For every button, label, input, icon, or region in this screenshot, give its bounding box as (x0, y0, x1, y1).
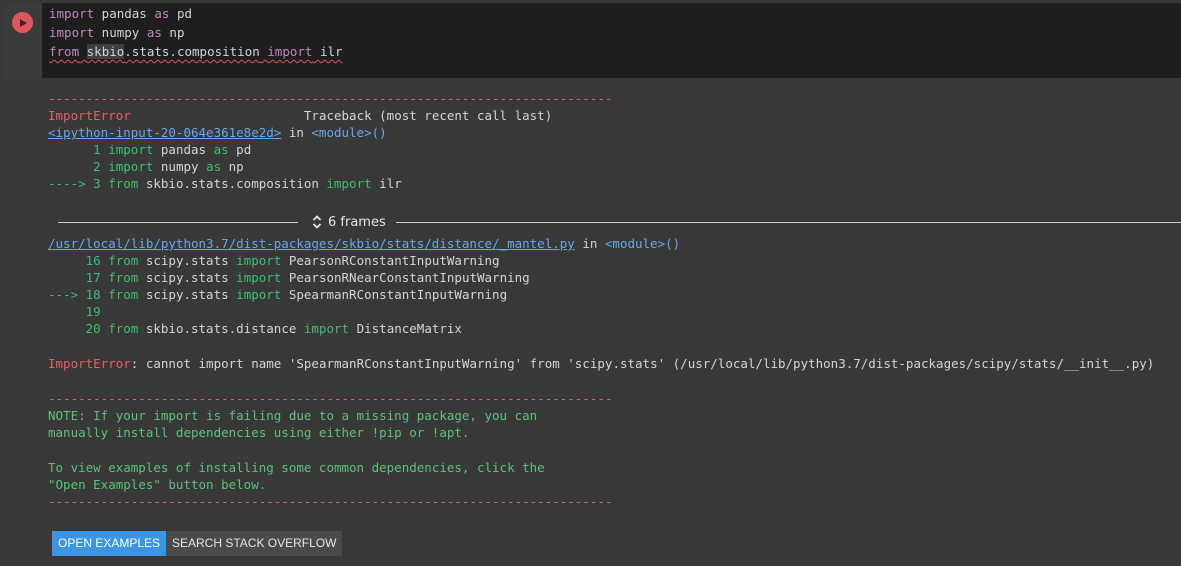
line-number: 17 (48, 270, 109, 285)
line-number: ---> 18 (48, 287, 109, 302)
frame-module: <module>() (311, 125, 387, 140)
keyword: from (108, 253, 139, 268)
error-name: ImportError (48, 356, 131, 371)
expand-collapse-icon (312, 215, 322, 229)
code-text: scipy.stats (138, 253, 237, 268)
frames-divider: 6 frames (58, 213, 1181, 231)
code-text: pd (228, 142, 252, 157)
code-line-3: from skbio.stats.composition import ilr (49, 43, 343, 61)
separator-line: ----------------------------------------… (48, 91, 613, 106)
source-line: 19 (48, 303, 101, 320)
code-line-2: import numpy as np (49, 24, 184, 42)
line-number: 2 (48, 159, 109, 174)
open-examples-button[interactable]: OPEN EXAMPLES (52, 531, 167, 556)
frames-toggle[interactable]: 6 frames (312, 213, 386, 231)
source-line: 17 from scipy.stats import PearsonRNearC… (48, 269, 530, 286)
code-text: pandas (94, 6, 155, 21)
code-text: ilr (371, 176, 402, 191)
keyword: import (108, 159, 154, 174)
keyword: from (108, 176, 139, 191)
line-number: 19 (48, 304, 101, 319)
keyword: import (49, 6, 95, 21)
source-line-current: ----> 3 from skbio.stats.composition imp… (48, 175, 402, 192)
traceback-header: ImportError Traceback (most recent call … (48, 107, 552, 124)
code-cell: import pandas as pd import numpy as np f… (0, 0, 1181, 81)
error-message: ImportError: cannot import name 'Spearma… (48, 355, 1154, 372)
frame-header-2: /usr/local/lib/python3.7/dist-packages/s… (48, 235, 680, 252)
source-line: 16 from scipy.stats import PearsonRConst… (48, 252, 500, 269)
code-text: skbio.stats.composition (138, 176, 327, 191)
note-line: To view examples of installing some comm… (48, 460, 545, 475)
frame-link-mantel[interactable]: /usr/local/lib/python3.7/dist-packages/s… (48, 236, 575, 251)
keyword: import (303, 321, 350, 336)
source-line-current: ---> 18 from scipy.stats import Spearman… (48, 286, 507, 303)
error-name: ImportError (48, 108, 131, 123)
separator-line: ----------------------------------------… (48, 494, 613, 509)
line-number: ----> 3 (48, 176, 109, 191)
code-editor[interactable]: import pandas as pd import numpy as np f… (42, 3, 1181, 78)
keyword: import (236, 287, 282, 302)
source-line: 2 import numpy as np (48, 158, 244, 175)
error-text: : cannot import name 'SpearmanRConstantI… (130, 356, 1155, 371)
code-text: numpy (153, 159, 207, 174)
separator-line: ----------------------------------------… (48, 391, 613, 406)
keyword: from (108, 270, 139, 285)
keyword: as (146, 25, 162, 40)
note-line: NOTE: If your import is failing due to a… (48, 408, 538, 423)
cell-output: ----------------------------------------… (0, 81, 1181, 566)
keyword: import (267, 44, 313, 59)
highlighted-word: skbio (86, 44, 125, 59)
source-line: 20 from skbio.stats.distance import Dist… (48, 320, 462, 337)
code-text: scipy.stats (138, 270, 237, 285)
frame-module: <module>() (604, 236, 681, 251)
keyword: from (49, 44, 80, 59)
play-icon (19, 18, 27, 27)
keyword: import (236, 253, 282, 268)
frame-in: in (281, 125, 312, 140)
frame-header-1: <ipython-input-20-064e361e8e2d> in <modu… (48, 124, 387, 141)
code-line-1: import pandas as pd (49, 5, 192, 23)
divider-line (58, 222, 298, 223)
keyword: from (108, 287, 139, 302)
code-text: pandas (153, 142, 214, 157)
note-line: "Open Examples" button below. (48, 477, 267, 492)
keyword: from (108, 321, 139, 336)
line-number: 1 (48, 142, 109, 157)
code-text: skbio.stats.distance (138, 321, 304, 336)
code-text: .stats.composition (124, 44, 260, 59)
keyword: import (326, 176, 372, 191)
code-text: np (221, 159, 244, 174)
keyword: import (236, 270, 282, 285)
code-text: DistanceMatrix (349, 321, 462, 336)
code-text: pd (169, 6, 193, 21)
keyword: as (213, 142, 229, 157)
note-line: manually install dependencies using eith… (48, 425, 470, 440)
keyword: import (49, 25, 95, 40)
frame-link-ipython[interactable]: <ipython-input-20-064e361e8e2d> (48, 125, 281, 140)
code-text: SpearmanRConstantInputWarning (281, 287, 508, 302)
code-text: PearsonRNearConstantInputWarning (281, 270, 530, 285)
line-number: 20 (48, 321, 109, 336)
code-text: scipy.stats (138, 287, 237, 302)
keyword: import (108, 142, 154, 157)
code-text: PearsonRConstantInputWarning (281, 253, 500, 268)
frame-in: in (574, 236, 605, 251)
run-cell-button[interactable] (12, 12, 33, 33)
divider-line (396, 222, 1181, 223)
frames-label: 6 frames (328, 214, 386, 230)
keyword: as (206, 159, 222, 174)
traceback-label: Traceback (most recent call last) (130, 108, 553, 123)
search-stack-overflow-button[interactable]: SEARCH STACK OVERFLOW (166, 531, 343, 556)
line-number: 16 (48, 253, 109, 268)
keyword: as (154, 6, 170, 21)
code-text: ilr (312, 44, 343, 59)
code-text: np (161, 25, 185, 40)
code-text: numpy (94, 25, 147, 40)
source-line: 1 import pandas as pd (48, 141, 251, 158)
